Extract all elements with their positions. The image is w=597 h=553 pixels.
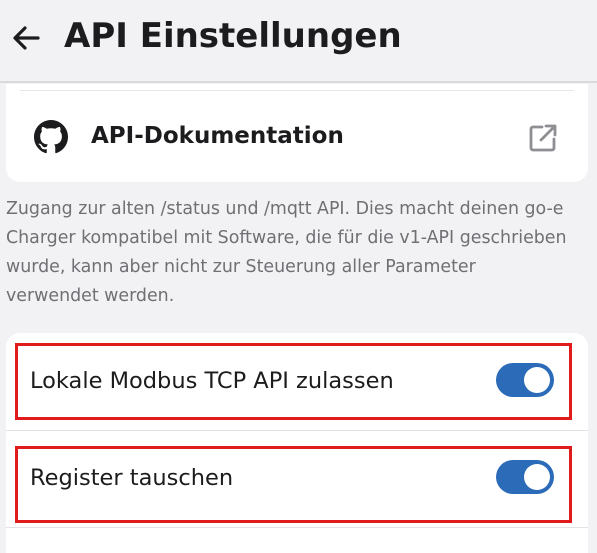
description-line: wurde, kann aber nicht zur Steuerung all…	[6, 257, 476, 277]
page-title: API Einstellungen	[64, 16, 402, 56]
api-documentation-link[interactable]: API-Dokumentation	[6, 84, 588, 182]
toggle-knob	[524, 464, 550, 490]
description-line: verwendet werden.	[6, 286, 175, 306]
settings-card: Lokale Modbus TCP API zulassen Register …	[6, 333, 588, 553]
back-button[interactable]	[8, 18, 44, 58]
arrow-left-icon	[13, 26, 40, 50]
description-line: Charger kompatibel mit Software, die für…	[6, 228, 567, 248]
modbus-tcp-label: Lokale Modbus TCP API zulassen	[30, 368, 394, 394]
external-link-icon	[529, 124, 557, 152]
divider	[6, 527, 588, 528]
github-icon	[34, 120, 68, 154]
app-header: API Einstellungen	[0, 0, 597, 83]
modbus-tcp-toggle[interactable]	[496, 363, 554, 397]
divider	[6, 430, 588, 431]
description-line: Zugang zur alten /status und /mqtt API. …	[6, 199, 564, 219]
api-documentation-label: API-Dokumentation	[91, 123, 344, 149]
register-swap-label: Register tauschen	[30, 465, 234, 491]
api-description: Zugang zur alten /status und /mqtt API. …	[6, 195, 591, 311]
divider	[20, 90, 574, 91]
toggle-knob	[524, 367, 550, 393]
register-swap-toggle[interactable]	[496, 460, 554, 494]
